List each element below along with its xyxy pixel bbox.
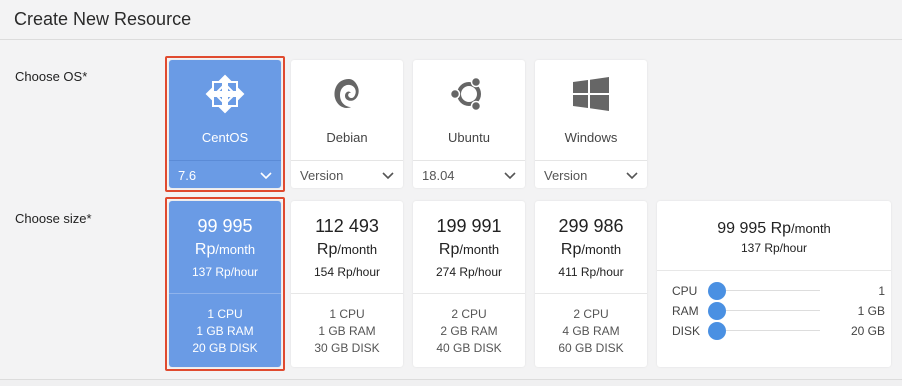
- size-ram: 2 GB RAM: [440, 324, 498, 338]
- size-hourly: 154 Rp/hour: [313, 265, 381, 279]
- size-price: 199 991: [436, 216, 502, 236]
- size-hourly: 274 Rp/hour: [435, 265, 503, 279]
- os-card-ubuntu[interactable]: Ubuntu 18.04: [413, 60, 525, 188]
- custom-size-card[interactable]: 99 995 Rp/month 137 Rp/hour CPU 1 RAM 1 …: [657, 201, 891, 367]
- os-option-centos[interactable]: CentOS: [169, 60, 281, 157]
- cpu-slider[interactable]: CPU 1: [657, 282, 891, 300]
- size-hourly: 411 Rp/hour: [558, 265, 624, 279]
- disk-slider-track[interactable]: [717, 330, 820, 331]
- choose-os-label: Choose OS*: [15, 69, 88, 84]
- disk-slider-label: DISK: [672, 324, 701, 338]
- size-price: 112 493: [315, 216, 379, 236]
- os-card-centos[interactable]: CentOS 7.6: [169, 60, 281, 188]
- chevron-down-icon: [260, 172, 272, 180]
- size-cpu: 2 CPU: [573, 307, 609, 321]
- size-disk: 30 GB DISK: [314, 341, 380, 355]
- ram-slider-label: RAM: [672, 304, 699, 318]
- disk-slider-value: 20 GB: [850, 324, 885, 338]
- size-cpu: 1 CPU: [329, 307, 365, 321]
- size-divider: [535, 293, 647, 294]
- disk-slider[interactable]: DISK 20 GB: [657, 322, 891, 340]
- size-card-3[interactable]: 199 991 Rp/month 274 Rp/hour 2 CPU 2 GB …: [413, 201, 525, 367]
- os-version-value: Version: [300, 168, 344, 183]
- os-card-windows[interactable]: Windows Version: [535, 60, 647, 188]
- ram-slider-track[interactable]: [717, 310, 820, 311]
- size-price: 299 986: [558, 216, 624, 236]
- os-version-value: Version: [544, 168, 588, 183]
- chevron-down-icon: [382, 172, 394, 180]
- os-name-ubuntu: Ubuntu: [448, 130, 490, 145]
- os-name-centos: CentOS: [201, 130, 249, 145]
- size-disk: 60 GB DISK: [558, 341, 624, 355]
- os-version-select-debian[interactable]: Version: [291, 160, 403, 188]
- size-card-4[interactable]: 299 986 Rp/month 411 Rp/hour 2 CPU 4 GB …: [535, 201, 647, 367]
- size-price-currency: Rp/month: [316, 241, 378, 258]
- os-version-select-centos[interactable]: 7.6: [169, 160, 281, 188]
- cpu-slider-value: 1: [878, 284, 885, 298]
- custom-price: 99 995 Rp/month: [717, 220, 831, 237]
- os-option-debian[interactable]: Debian: [291, 60, 403, 157]
- ram-slider[interactable]: RAM 1 GB: [657, 302, 891, 320]
- os-option-ubuntu[interactable]: Ubuntu: [413, 60, 525, 157]
- size-price-currency: Rp/month: [560, 241, 622, 258]
- size-ram: 1 GB RAM: [196, 324, 254, 338]
- size-hourly: 137 Rp/hour: [191, 265, 259, 279]
- choose-size-label: Choose size*: [15, 211, 92, 226]
- cpu-slider-label: CPU: [672, 284, 698, 298]
- size-card-1[interactable]: 99 995 Rp/month 137 Rp/hour 1 CPU 1 GB R…: [169, 201, 281, 367]
- page-header: Create New Resource: [0, 0, 902, 40]
- os-version-select-windows[interactable]: Version: [535, 160, 647, 188]
- debian-icon: [334, 79, 359, 108]
- size-divider: [291, 293, 403, 294]
- os-version-value: 18.04: [422, 168, 455, 183]
- size-price-currency: Rp/month: [194, 241, 256, 258]
- chevron-down-icon: [504, 172, 516, 180]
- os-version-value: 7.6: [178, 168, 197, 183]
- bottom-divider: [0, 379, 902, 386]
- windows-icon: [573, 77, 609, 111]
- page-title: Create New Resource: [14, 9, 192, 29]
- size-divider: [169, 293, 281, 294]
- size-divider: [413, 293, 525, 294]
- size-disk: 40 GB DISK: [436, 341, 502, 355]
- cpu-slider-track[interactable]: [717, 290, 820, 291]
- ram-slider-handle[interactable]: [708, 302, 726, 320]
- custom-hourly: 137 Rp/hour: [740, 241, 808, 255]
- chevron-down-icon: [626, 172, 638, 180]
- ram-slider-value: 1 GB: [857, 304, 885, 318]
- os-name-debian: Debian: [326, 130, 368, 145]
- custom-divider: [657, 270, 891, 271]
- os-name-windows: Windows: [564, 130, 618, 145]
- centos-icon: [205, 74, 245, 114]
- os-version-select-ubuntu[interactable]: 18.04: [413, 160, 525, 188]
- size-cpu: 1 CPU: [207, 307, 243, 321]
- os-option-windows[interactable]: Windows: [535, 60, 647, 157]
- os-card-debian[interactable]: Debian Version: [291, 60, 403, 188]
- size-card-2[interactable]: 112 493 Rp/month 154 Rp/hour 1 CPU 1 GB …: [291, 201, 403, 367]
- size-price: 99 995: [197, 216, 253, 236]
- ubuntu-icon: [449, 76, 482, 112]
- size-ram: 1 GB RAM: [318, 324, 376, 338]
- size-price-currency: Rp/month: [438, 241, 500, 258]
- cpu-slider-handle[interactable]: [708, 282, 726, 300]
- size-disk: 20 GB DISK: [192, 341, 258, 355]
- disk-slider-handle[interactable]: [708, 322, 726, 340]
- size-ram: 4 GB RAM: [562, 324, 620, 338]
- size-cpu: 2 CPU: [451, 307, 487, 321]
